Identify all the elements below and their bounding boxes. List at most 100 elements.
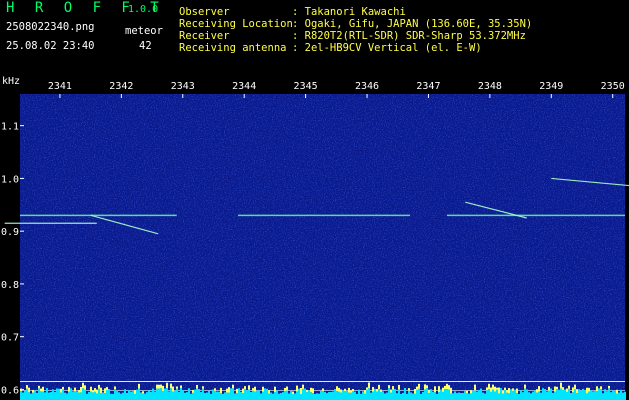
level-bar xyxy=(78,392,80,400)
level-peak xyxy=(344,388,346,392)
level-bar xyxy=(140,392,142,400)
level-bar xyxy=(600,389,602,400)
level-peak xyxy=(368,382,370,389)
level-peak xyxy=(380,389,382,392)
level-peak xyxy=(490,387,492,392)
level-peak xyxy=(92,390,94,393)
level-peak xyxy=(596,386,598,392)
level-bar xyxy=(472,390,474,400)
level-peak xyxy=(162,385,164,392)
receiver-label: Receiver xyxy=(179,30,230,42)
level-peak xyxy=(292,391,294,394)
y-tick-label: 1.0 xyxy=(1,174,19,185)
level-bar xyxy=(458,392,460,400)
level-bar xyxy=(46,388,48,400)
level-bar xyxy=(512,390,514,400)
level-bar xyxy=(356,393,358,400)
level-peak xyxy=(300,388,302,394)
level-peak xyxy=(372,386,374,392)
level-bar xyxy=(534,390,536,400)
level-bar xyxy=(452,393,454,400)
level-peak xyxy=(554,386,556,392)
level-bar xyxy=(240,391,242,400)
level-bar xyxy=(554,391,556,400)
level-bar xyxy=(510,389,512,400)
level-peak xyxy=(548,386,550,391)
level-bar xyxy=(448,389,450,400)
x-tick-label: 2341 xyxy=(48,81,72,92)
level-bar xyxy=(310,392,312,400)
level-bar xyxy=(58,388,60,400)
level-bar xyxy=(608,388,610,400)
level-bar xyxy=(334,389,336,400)
level-peak xyxy=(562,387,564,390)
level-bar xyxy=(502,393,504,400)
level-bar xyxy=(256,390,258,400)
level-bar xyxy=(546,391,548,400)
level-bar xyxy=(582,388,584,400)
level-bar xyxy=(124,389,126,400)
level-bar xyxy=(566,391,568,400)
level-bar xyxy=(524,388,526,400)
level-bar xyxy=(216,391,218,400)
level-bar xyxy=(226,392,228,400)
level-bar xyxy=(604,389,606,400)
level-peak xyxy=(84,385,86,390)
level-bar xyxy=(250,391,252,400)
level-peak xyxy=(568,385,570,389)
level-peak xyxy=(78,390,80,393)
level-bar xyxy=(362,391,364,400)
level-bar xyxy=(282,392,284,400)
level-peak xyxy=(496,387,498,390)
level-bar xyxy=(406,393,408,400)
level-bar xyxy=(166,388,168,400)
level-peak xyxy=(348,387,350,393)
level-bar xyxy=(462,392,464,400)
level-bar xyxy=(72,391,74,400)
level-bar xyxy=(492,389,494,400)
level-bar xyxy=(444,389,446,400)
level-peak xyxy=(538,386,540,392)
level-bar xyxy=(24,390,26,400)
level-bar xyxy=(368,388,370,400)
observer-label: Observer xyxy=(179,6,230,18)
level-bar xyxy=(390,392,392,400)
level-bar xyxy=(158,388,160,400)
level-bar xyxy=(134,393,136,400)
level-bar xyxy=(620,389,622,400)
level-bar xyxy=(210,393,212,400)
level-bar xyxy=(120,393,122,400)
level-bar xyxy=(212,389,214,400)
level-bar xyxy=(102,392,104,400)
level-bar xyxy=(168,391,170,400)
level-peak xyxy=(516,388,518,394)
level-bar xyxy=(38,388,40,400)
level-bar xyxy=(104,393,106,400)
level-bar xyxy=(170,388,172,400)
level-bar xyxy=(96,393,98,400)
level-bar xyxy=(612,390,614,400)
level-peak xyxy=(390,389,392,393)
level-peak xyxy=(388,385,390,389)
level-bar xyxy=(358,389,360,400)
level-bar xyxy=(20,391,22,400)
level-bar xyxy=(64,392,66,400)
level-bar xyxy=(200,391,202,400)
level-bar xyxy=(286,390,288,400)
level-bar xyxy=(350,392,352,400)
level-bar xyxy=(616,393,618,400)
level-bar xyxy=(136,389,138,400)
level-bar xyxy=(88,391,90,400)
level-bar xyxy=(426,388,428,400)
level-peak xyxy=(262,386,264,392)
level-bar xyxy=(592,391,594,400)
x-tick-label: 2348 xyxy=(478,81,502,92)
level-bar xyxy=(270,392,272,400)
y-tick-label: 0.8 xyxy=(1,280,19,291)
level-peak xyxy=(498,387,500,394)
level-peak xyxy=(232,384,234,389)
level-bar xyxy=(44,392,46,400)
level-bar xyxy=(518,393,520,400)
antenna-value: : 2el-HB9CV Vertical (el. E-W) xyxy=(292,42,482,54)
level-bar xyxy=(268,393,270,400)
